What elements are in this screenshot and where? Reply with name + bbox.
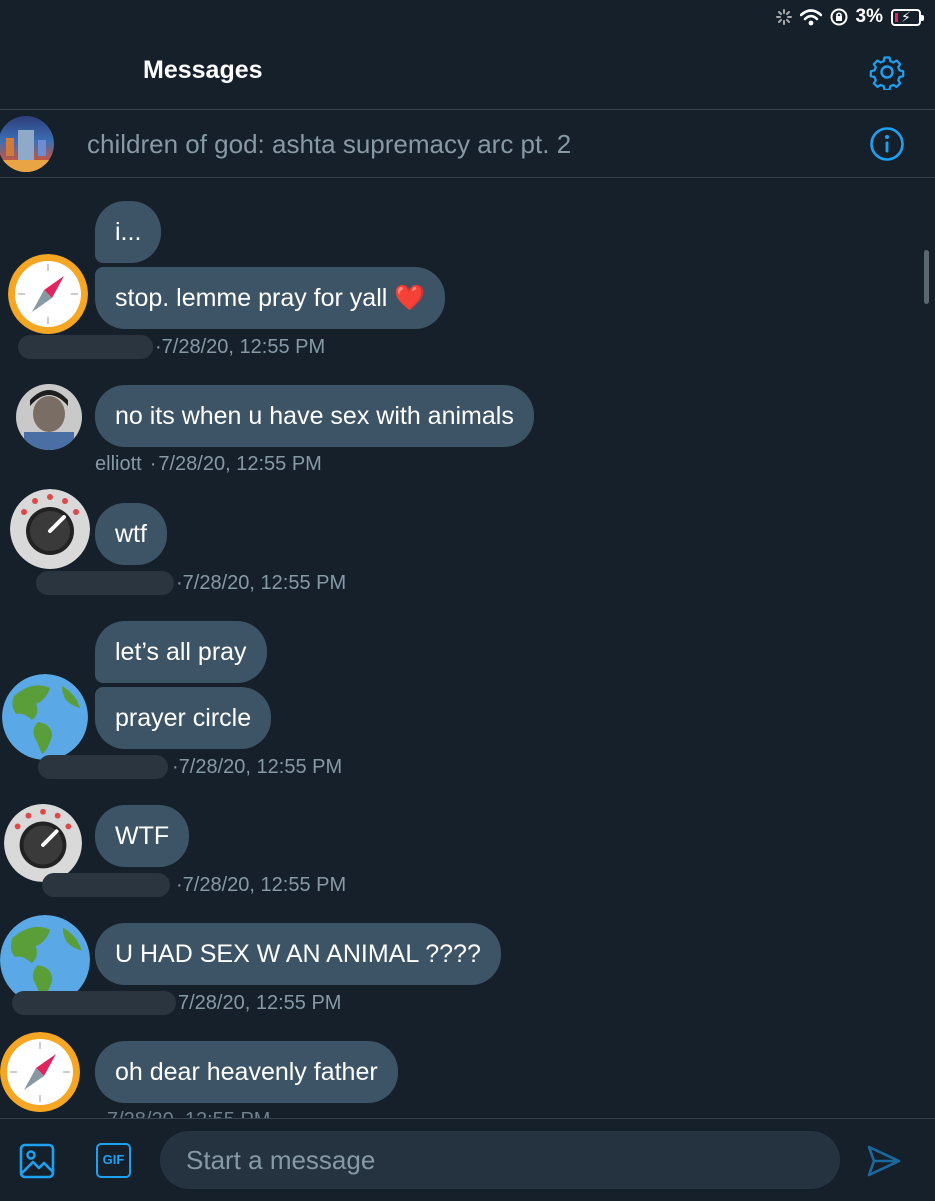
message-timestamp: 7/28/20, 12:55 PM	[178, 991, 342, 1014]
redacted-sender	[36, 571, 174, 595]
message-meta: · 7/28/20, 12:55 PM	[42, 873, 346, 897]
composer: GIF	[0, 1118, 935, 1201]
group-avatar-image	[0, 130, 54, 172]
message-bubble[interactable]: oh dear heavenly father	[95, 1041, 398, 1103]
meta-separator: ·	[172, 755, 179, 778]
message-meta: · 7/28/20, 12:55 PM	[36, 571, 346, 595]
gear-icon[interactable]	[869, 54, 905, 90]
message-bubble[interactable]: let’s all pray	[95, 621, 267, 683]
status-icons: 3% ⚡	[775, 6, 924, 28]
message-bubble[interactable]: stop. lemme pray for yall ❤️	[95, 267, 446, 329]
message-timestamp: 7/28/20, 12:55 PM	[182, 873, 347, 896]
message-meta: elliott · 7/28/20, 12:55 PM	[95, 453, 322, 476]
message-bubble[interactable]: wtf	[95, 503, 167, 565]
orientation-lock-icon	[830, 8, 848, 26]
image-icon[interactable]	[19, 1143, 55, 1179]
loading-icon	[775, 9, 792, 25]
sender-name: elliott	[95, 453, 142, 475]
message-meta: 7/28/20, 12:55 PM	[12, 991, 341, 1015]
redacted-sender	[18, 335, 153, 359]
redacted-sender	[42, 873, 170, 897]
message-bubble[interactable]: no its when u have sex with animals	[95, 385, 534, 447]
message-timestamp: 7/28/20, 12:55 PM	[158, 453, 322, 475]
meta-separator: ·	[176, 571, 183, 594]
compass-icon	[8, 254, 88, 334]
send-icon[interactable]	[866, 1143, 902, 1179]
scrollbar[interactable]	[924, 250, 929, 304]
conversation-bar[interactable]: children of god: ashta supremacy arc pt.…	[0, 110, 935, 178]
message-meta: · 7/28/20, 12:55 PM	[18, 335, 325, 359]
message-bubble[interactable]: i...	[95, 201, 162, 263]
meta-separator: ·	[155, 335, 162, 358]
status-bar: 3% ⚡	[0, 0, 935, 34]
message-meta: 7/28/20, 12:55 PM	[95, 1109, 270, 1118]
redacted-sender	[38, 755, 168, 779]
message-timestamp: 7/28/20, 12:55 PM	[182, 571, 347, 594]
battery-icon: ⚡	[891, 8, 924, 26]
dial-icon	[10, 489, 90, 569]
message-timestamp: 7/28/20, 12:55 PM	[107, 1109, 270, 1118]
message-timestamp: 7/28/20, 12:55 PM	[178, 755, 343, 778]
redacted-sender	[12, 991, 176, 1015]
compass-icon	[0, 1032, 80, 1112]
group-avatar	[0, 116, 54, 172]
message-timestamp: 7/28/20, 12:55 PM	[161, 335, 326, 358]
info-icon[interactable]	[869, 126, 905, 162]
meta-separator: ·	[176, 873, 183, 896]
gif-icon[interactable]: GIF	[96, 1143, 131, 1178]
message-meta: · 7/28/20, 12:55 PM	[38, 755, 342, 779]
battery-percent: 3%	[855, 6, 883, 27]
message-input[interactable]	[160, 1131, 840, 1189]
message-feed[interactable]: i... stop. lemme pray for yall ❤️ · 7/28…	[0, 178, 935, 1118]
wifi-icon	[799, 8, 822, 25]
avatar	[16, 384, 82, 450]
dial-icon	[4, 804, 82, 882]
header: Messages	[0, 34, 935, 110]
globe-icon	[2, 674, 88, 760]
meta-separator: ·	[149, 453, 157, 475]
conversation-name: children of god: ashta supremacy arc pt.…	[87, 129, 572, 159]
message-bubble[interactable]: prayer circle	[95, 687, 272, 749]
message-bubble[interactable]: U HAD SEX W AN ANIMAL ????	[95, 923, 501, 985]
message-bubble[interactable]: WTF	[95, 805, 190, 867]
page-title: Messages	[143, 56, 263, 84]
